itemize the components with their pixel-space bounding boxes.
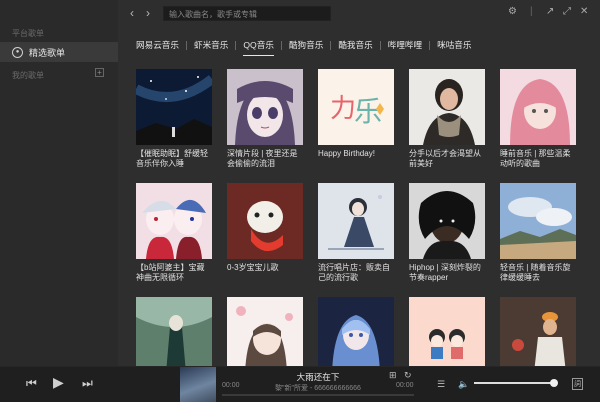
playlist-title[interactable]: 【催眠助眠】舒缓轻音乐伴你入睡 (136, 149, 212, 171)
blue-sky-cover[interactable] (500, 183, 576, 259)
playlist-title[interactable]: 轻音乐 | 随着音乐旋律缓缓睡去 (500, 263, 576, 285)
playlist-card[interactable]: 睡前音乐 | 那些温柔动听的歌曲 (500, 69, 576, 171)
tab-source[interactable]: 酷狗音乐 (289, 39, 323, 53)
playlist-card[interactable]: 轻音乐 | 随着音乐旋律缓缓睡去 (500, 183, 576, 285)
playlist-title[interactable]: Hiphop | 深刻炸裂的节奏rapper (409, 263, 485, 285)
tab-source[interactable]: 网易云音乐 (136, 39, 179, 53)
tab-source[interactable]: 酷我音乐 (338, 39, 372, 53)
search-input[interactable]: 输入歌曲名，歌手或专辑 (163, 6, 331, 21)
tab-separator (379, 41, 381, 50)
playlist-card[interactable]: Hiphop | 深刻炸裂的节奏rapper (409, 183, 485, 285)
playlist-card[interactable]: 【b站阿婆主】宝藏神曲无限循环 (136, 183, 212, 285)
tab-source[interactable]: 虾米音乐 (194, 39, 228, 53)
sidebar-section-platform: 平台歌单 (12, 29, 44, 38)
maximize-icon[interactable]: ⤢ (563, 6, 571, 17)
tab-separator (330, 41, 332, 50)
playlist-card[interactable]: 分手以后才会渴望从前美好 (409, 69, 485, 171)
top-bar: ‹ › 输入歌曲名，歌手或专辑 ⚙ | ↗ ⤢ ✕ (118, 0, 600, 28)
starry-night-cover[interactable] (136, 69, 212, 145)
play-icon[interactable]: ▶ (53, 374, 64, 391)
rapper-portrait-cover[interactable] (409, 183, 485, 259)
player-bar: ⏮ ▶ ⏭ 大雨还在下 黎"新"所爱 - 666666666666 00:00 … (0, 366, 600, 402)
birthday-art-text-cover[interactable]: 力乐 (318, 69, 394, 145)
volume-slider[interactable] (474, 379, 558, 387)
anime-boy-night-cover[interactable] (318, 183, 394, 259)
volume-handle[interactable] (550, 379, 558, 387)
tab-separator (280, 41, 282, 50)
tab-separator (235, 41, 237, 50)
svg-text:力: 力 (330, 93, 356, 123)
tab-source[interactable]: 哔哩哔哩 (388, 39, 422, 53)
forward-icon[interactable]: › (146, 6, 150, 20)
queue-icon[interactable]: ☰ (437, 379, 445, 390)
playlist-card[interactable]: 0-3岁宝宝儿歌 (227, 183, 303, 285)
playlist-grid: 【催眠助眠】舒缓轻音乐伴你入睡 深情片段 | 夜里还是会偷偷的流泪力乐 Happy … (136, 69, 578, 366)
next-icon[interactable]: ⏭ (82, 376, 93, 391)
previous-icon[interactable]: ⏮ (26, 376, 37, 391)
song-artist: 黎"新"所爱 - 666666666666 (275, 385, 361, 392)
playlist-card[interactable]: 流行唱片店：贩卖自己的流行歌 (318, 183, 394, 285)
time-total: 00:00 (396, 382, 414, 389)
divider: | (530, 6, 533, 17)
add-to-list-icon[interactable]: ⊞ (389, 370, 397, 381)
playlist-title[interactable]: 睡前音乐 | 那些温柔动听的歌曲 (500, 149, 576, 171)
volume-level (474, 382, 554, 384)
tab-separator (429, 41, 431, 50)
tab-separator (185, 41, 187, 50)
settings-icon[interactable]: ⚙ (508, 6, 517, 17)
time-current: 00:00 (222, 382, 240, 389)
album-thumbnail[interactable] (180, 367, 216, 402)
loop-icon[interactable]: ↻ (404, 370, 412, 381)
playlist-card[interactable]: 力乐 Happy Birthday! (318, 69, 394, 171)
main-content: ‹ › 输入歌曲名，歌手或专辑 ⚙ | ↗ ⤢ ✕ 网易云音乐 虾米音乐 QQ音乐 酷… (118, 0, 600, 366)
sidebar-item-featured-playlists[interactable]: ● 精选歌单 (0, 42, 118, 62)
playlist-card[interactable] (500, 297, 576, 366)
anime-girl-crying-cover[interactable] (227, 69, 303, 145)
disc-icon: ● (12, 46, 23, 58)
add-playlist-button[interactable]: + (95, 68, 104, 77)
playlist-title[interactable]: 【b站阿婆主】宝藏神曲无限循环 (136, 263, 212, 285)
anime-duo-cover[interactable] (136, 183, 212, 259)
sidebar-item-label: 精选歌单 (29, 47, 66, 58)
back-icon[interactable]: ‹ (130, 6, 134, 20)
lyrics-icon[interactable]: 詞 (572, 378, 583, 390)
tab-source[interactable]: 咪咕音乐 (437, 39, 471, 53)
playlist-card[interactable] (409, 297, 485, 366)
playlist-title[interactable]: Happy Birthday! (318, 149, 394, 171)
vocaloid-cover[interactable] (318, 297, 394, 366)
progress-bar[interactable] (222, 394, 414, 396)
sidebar-section-my: 我的歌单 (12, 71, 44, 80)
green-forest-cover[interactable] (136, 297, 212, 366)
sidebar: 平台歌单 ● 精选歌单 我的歌单 + (0, 0, 118, 366)
street-photo-cover[interactable] (500, 297, 576, 366)
playlist-card[interactable]: 【催眠助眠】舒缓轻音乐伴你入睡 (136, 69, 212, 171)
playlist-card[interactable]: 深情片段 | 夜里还是会偷偷的流泪 (227, 69, 303, 171)
mini-mode-icon[interactable]: ↗ (546, 6, 554, 17)
playlist-title[interactable]: 分手以后才会渴望从前美好 (409, 149, 485, 171)
cartoon-bear-cover[interactable] (227, 183, 303, 259)
pink-hood-girl-cover[interactable] (500, 69, 576, 145)
playlist-card[interactable] (136, 297, 212, 366)
sketch-girl-cover[interactable] (227, 297, 303, 366)
source-tabs: 网易云音乐 虾米音乐 QQ音乐 酷狗音乐 酷我音乐 哔哩哔哩 咪咕音乐 (136, 39, 472, 56)
volume-icon[interactable]: 🔈 (458, 379, 469, 390)
close-icon[interactable]: ✕ (580, 6, 588, 17)
cartoon-couple-cover[interactable] (409, 297, 485, 366)
tab-source[interactable]: QQ音乐 (243, 39, 274, 56)
playlist-title[interactable]: 深情片段 | 夜里还是会偷偷的流泪 (227, 149, 303, 171)
playlist-title[interactable]: 0-3岁宝宝儿歌 (227, 263, 303, 285)
playlist-card[interactable] (318, 297, 394, 366)
playlist-card[interactable] (227, 297, 303, 366)
woman-scarf-cover[interactable] (409, 69, 485, 145)
playlist-title[interactable]: 流行唱片店：贩卖自己的流行歌 (318, 263, 394, 285)
